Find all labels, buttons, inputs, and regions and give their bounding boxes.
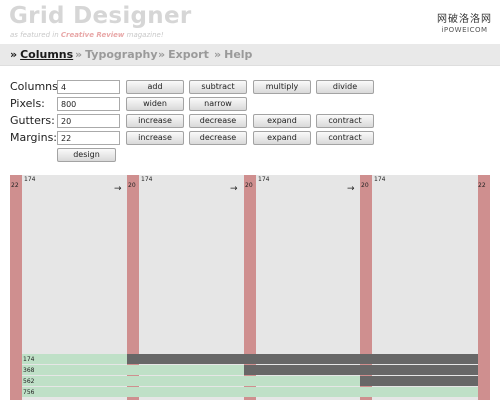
right-margin bbox=[478, 175, 490, 400]
column-label-2: 174 bbox=[141, 176, 153, 183]
gutters-decrease-button[interactable]: decrease bbox=[189, 114, 247, 128]
app-subtitle: as featured in Creative Review magazine! bbox=[10, 31, 164, 39]
app-header: Grid Designer as featured in Creative Re… bbox=[0, 0, 500, 44]
column-label-3: 174 bbox=[258, 176, 270, 183]
design-button[interactable]: design bbox=[57, 148, 116, 162]
gutters-input[interactable] bbox=[57, 114, 120, 128]
left-margin-label: 22 bbox=[11, 182, 19, 189]
span-bar-4 bbox=[22, 387, 478, 397]
pixels-narrow-button[interactable]: narrow bbox=[189, 97, 247, 111]
columns-add-button[interactable]: add bbox=[126, 80, 184, 94]
gutter-label-2: 20 bbox=[245, 182, 253, 189]
columns-label: Columns: bbox=[10, 80, 62, 93]
right-margin-label: 22 bbox=[478, 182, 486, 189]
span-remainder-3 bbox=[360, 376, 478, 386]
span-label-1: 174 bbox=[23, 356, 35, 363]
margins-input[interactable] bbox=[57, 131, 120, 145]
span-bar-1 bbox=[22, 354, 127, 364]
gutters-contract-button[interactable]: contract bbox=[316, 114, 374, 128]
gutters-label: Gutters: bbox=[10, 114, 55, 127]
subtitle-suffix: magazine! bbox=[124, 31, 164, 39]
columns-divide-button[interactable]: divide bbox=[316, 80, 374, 94]
nav-tab-export[interactable]: » Export bbox=[158, 48, 209, 61]
subtitle-prefix: as featured in bbox=[10, 31, 61, 39]
watermark-line2: iPOWEICOM bbox=[441, 26, 488, 34]
watermark-logo: 网破洛洛网 iPOWEICOM bbox=[437, 10, 492, 34]
span-label-4: 756 bbox=[23, 389, 35, 396]
pixels-input[interactable] bbox=[57, 97, 120, 111]
chevron-right-icon: » bbox=[214, 48, 222, 61]
pixels-label: Pixels: bbox=[10, 97, 45, 110]
chevron-right-icon: » bbox=[75, 48, 83, 61]
margins-expand-button[interactable]: expand bbox=[253, 131, 311, 145]
span-remainder-1 bbox=[127, 354, 478, 364]
chevron-right-icon: » bbox=[10, 48, 18, 61]
gutters-increase-button[interactable]: increase bbox=[126, 114, 184, 128]
margins-contract-button[interactable]: contract bbox=[316, 131, 374, 145]
margins-decrease-button[interactable]: decrease bbox=[189, 131, 247, 145]
arrow-right-icon: → bbox=[347, 184, 355, 194]
span-label-3: 562 bbox=[23, 378, 35, 385]
nav-tab-columns[interactable]: » Columns bbox=[10, 48, 73, 61]
arrow-right-icon: → bbox=[114, 184, 122, 194]
span-label-2: 368 bbox=[23, 367, 35, 374]
columns-input[interactable] bbox=[57, 80, 120, 94]
columns-multiply-button[interactable]: multiply bbox=[253, 80, 311, 94]
watermark-line1: 网破洛洛网 bbox=[437, 14, 492, 25]
gutters-expand-button[interactable]: expand bbox=[253, 114, 311, 128]
gutter-label-1: 20 bbox=[128, 182, 136, 189]
arrow-right-icon: → bbox=[230, 184, 238, 194]
nav-tab-help[interactable]: » Help bbox=[214, 48, 252, 61]
span-bar-2 bbox=[22, 365, 244, 375]
margins-increase-button[interactable]: increase bbox=[126, 131, 184, 145]
margins-label: Margins: bbox=[10, 131, 58, 144]
column-label-1: 174 bbox=[24, 176, 36, 183]
app-title: Grid Designer bbox=[9, 3, 192, 29]
grid-preview: 22 174 → 20 174 → 20 174 → 20 174 22 174… bbox=[10, 175, 490, 400]
column-label-4: 174 bbox=[374, 176, 386, 183]
chevron-right-icon: » bbox=[158, 48, 166, 61]
main-nav: » Columns » Typography » Export » Help bbox=[0, 44, 500, 66]
nav-tab-typography[interactable]: » Typography bbox=[75, 48, 158, 61]
span-bar-3 bbox=[22, 376, 360, 386]
gutter-label-3: 20 bbox=[361, 182, 369, 189]
pixels-widen-button[interactable]: widen bbox=[126, 97, 184, 111]
columns-subtract-button[interactable]: subtract bbox=[189, 80, 247, 94]
span-remainder-2 bbox=[244, 365, 478, 375]
subtitle-magazine-link[interactable]: Creative Review bbox=[61, 31, 125, 39]
left-margin bbox=[10, 175, 22, 400]
